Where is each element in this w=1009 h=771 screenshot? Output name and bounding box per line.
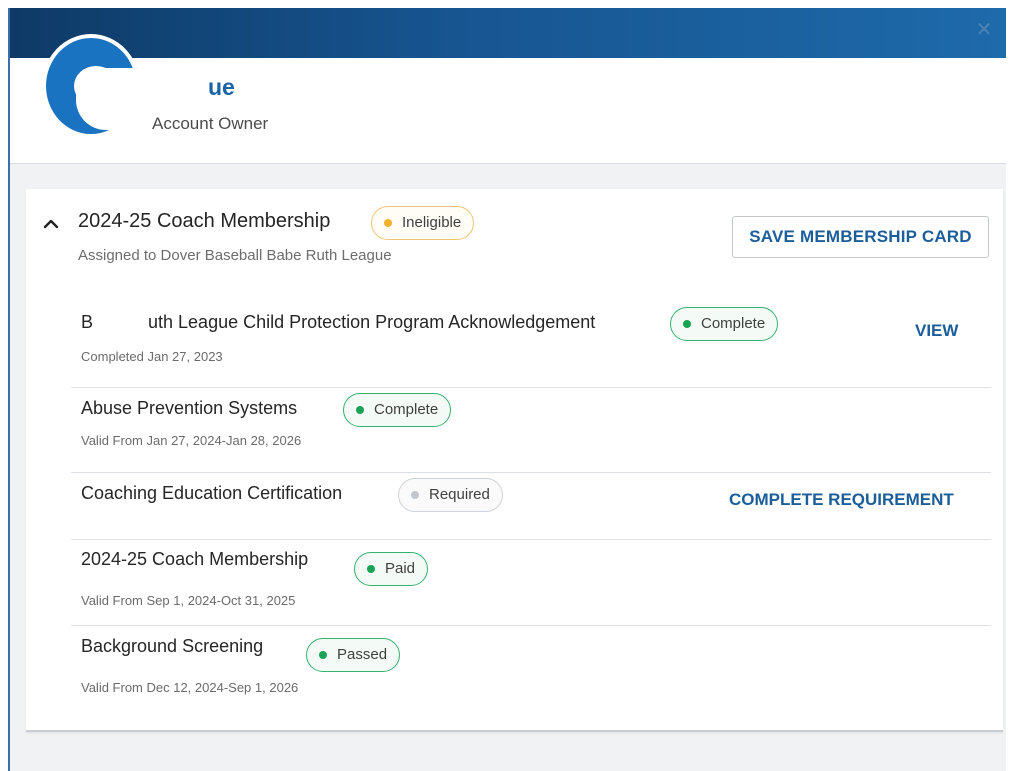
save-membership-card-button[interactable]: SAVE MEMBERSHIP CARD <box>732 216 989 258</box>
membership-title: 2024-25 Coach Membership <box>78 210 331 232</box>
status-badge-label: Complete <box>374 401 439 418</box>
status-dot <box>411 491 419 499</box>
account-header: ue Account Owner <box>10 34 1006 164</box>
requirement-title-start: B <box>81 312 94 332</box>
requirement-row: Coaching Education Certification Require… <box>71 473 991 540</box>
membership-card: 2024-25 Coach Membership Ineligible Assi… <box>26 189 1003 732</box>
requirement-detail: Valid From Sep 1, 2024-Oct 31, 2025 <box>81 593 296 608</box>
status-badge-label: Passed <box>337 646 388 663</box>
status-badge-passed: Passed <box>306 638 401 672</box>
requirement-title: Buth League Child Protection Program Ack… <box>81 312 595 333</box>
requirement-row: Background Screening Passed Valid From D… <box>71 626 991 706</box>
status-dot <box>384 219 392 227</box>
chevron-up-icon[interactable] <box>41 214 61 234</box>
complete-requirement-link[interactable]: COMPLETE REQUIREMENT <box>729 490 954 510</box>
dialog-title-bar: ✕ <box>10 8 1006 58</box>
account-role: Account Owner <box>152 114 269 133</box>
requirement-title: Abuse Prevention Systems <box>81 398 298 418</box>
status-dot <box>683 320 691 328</box>
status-dot <box>367 565 375 573</box>
requirement-title: 2024-25 Coach Membership <box>81 549 309 569</box>
status-badge-ineligible: Ineligible <box>371 206 475 240</box>
status-dot <box>356 406 364 414</box>
requirement-title: Background Screening <box>81 636 264 656</box>
requirement-detail: Completed Jan 27, 2023 <box>81 349 223 364</box>
status-badge-complete: Complete <box>343 393 452 427</box>
requirement-detail: Valid From Dec 12, 2024-Sep 1, 2026 <box>81 680 299 695</box>
status-badge-label: Complete <box>701 315 766 332</box>
status-badge-required: Required <box>398 478 503 512</box>
status-badge-complete: Complete <box>670 307 779 341</box>
close-icon[interactable]: ✕ <box>972 18 996 42</box>
view-link[interactable]: VIEW <box>915 321 958 341</box>
requirement-row: Buth League Child Protection Program Ack… <box>71 297 991 388</box>
requirement-title-rest: uth League Child Protection Program Ackn… <box>148 312 596 332</box>
requirement-title: Coaching Education Certification <box>81 483 343 503</box>
status-badge-label: Required <box>429 486 490 503</box>
requirement-row: Abuse Prevention Systems Complete Valid … <box>71 388 991 473</box>
status-dot <box>319 651 327 659</box>
status-badge-paid: Paid <box>354 552 429 586</box>
status-badge-label: Paid <box>385 560 416 577</box>
status-badge-label: Ineligible <box>402 214 462 231</box>
org-name: ue <box>208 74 235 100</box>
requirement-detail: Valid From Jan 27, 2024-Jan 28, 2026 <box>81 433 302 448</box>
membership-assigned: Assigned to Dover Baseball Babe Ruth Lea… <box>78 247 392 264</box>
requirement-row: 2024-25 Coach Membership Paid Valid From… <box>71 540 991 626</box>
membership-dialog: ✕ ue Account Owner 2024-25 Coach Members… <box>8 8 1006 771</box>
